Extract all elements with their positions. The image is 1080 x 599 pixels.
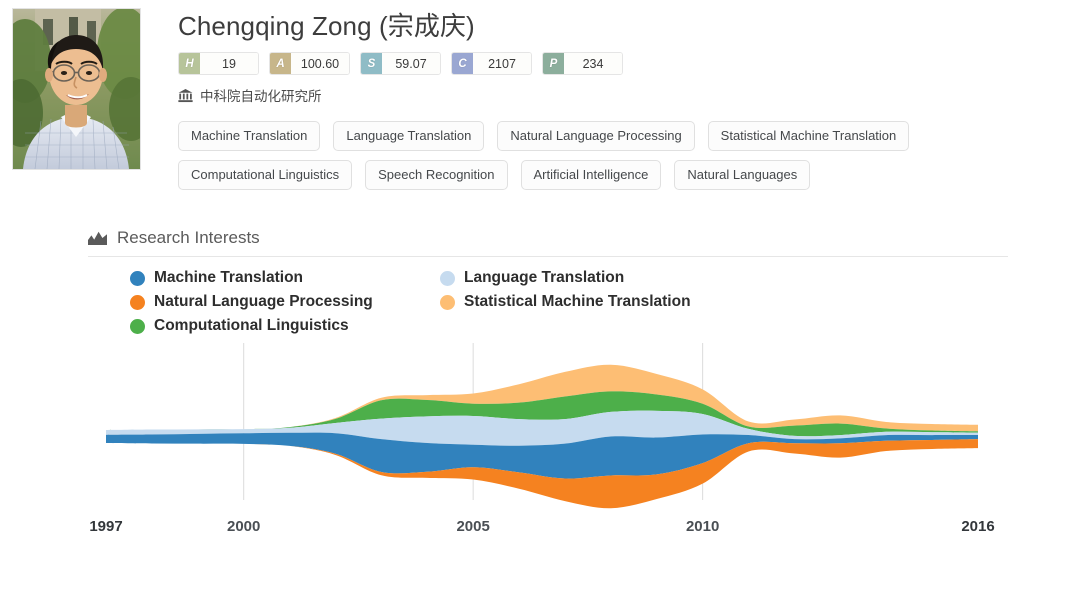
metric-sociability[interactable]: S 59.07 <box>360 52 441 75</box>
chart-series-layers <box>106 364 978 509</box>
metric-citations[interactable]: C 2107 <box>451 52 532 75</box>
metric-key: H <box>179 53 200 74</box>
metric-value: 100.60 <box>291 53 349 74</box>
streamgraph-svg <box>106 343 978 509</box>
metric-key: S <box>361 53 382 74</box>
metrics-row: H 19 A 100.60 S 59.07 C 2107 P 234 <box>178 52 1080 75</box>
legend-item-language-translation[interactable]: Language Translation <box>440 269 1008 287</box>
metric-activity[interactable]: A 100.60 <box>269 52 350 75</box>
legend-item-statistical-machine-translation[interactable]: Statistical Machine Translation <box>440 293 1008 311</box>
affiliation-text: 中科院自动化研究所 <box>200 89 322 104</box>
metric-publications[interactable]: P 234 <box>542 52 623 75</box>
legend-label: Statistical Machine Translation <box>464 293 691 310</box>
tag-machine-translation[interactable]: Machine Translation <box>178 121 321 151</box>
tag-natural-language-processing[interactable]: Natural Language Processing <box>497 121 695 151</box>
legend-label: Natural Language Processing <box>154 293 373 310</box>
area-chart-icon <box>88 231 107 245</box>
legend-label: Computational Linguistics <box>154 317 349 334</box>
profile-details: Chengqing Zong (宗成庆) H 19 A 100.60 S 59.… <box>141 8 1080 190</box>
legend-item-computational-linguistics[interactable]: Computational Linguistics <box>130 317 440 335</box>
section-title: Research Interests <box>117 228 260 247</box>
metric-value: 2107 <box>473 53 531 74</box>
metric-key: A <box>270 53 291 74</box>
x-axis-tick-label: 2005 <box>456 518 490 535</box>
legend-dot-icon <box>130 318 145 334</box>
legend-label: Machine Translation <box>154 269 304 286</box>
legend-item-machine-translation[interactable]: Machine Translation <box>130 269 440 287</box>
metric-key: C <box>452 53 473 74</box>
page-title: Chengqing Zong (宗成庆) <box>178 11 475 41</box>
metric-value: 59.07 <box>382 53 440 74</box>
research-interests-section: Research Interests Machine Translation L… <box>88 228 1008 544</box>
legend-label: Language Translation <box>464 269 625 286</box>
affiliation: 中科院自动化研究所 <box>178 85 1080 105</box>
x-axis-tick-label: 2010 <box>685 518 720 535</box>
metric-value: 234 <box>564 53 622 74</box>
section-header: Research Interests <box>88 228 1008 257</box>
legend-dot-icon <box>130 294 145 310</box>
x-axis-labels: 1997 2000 2005 2010 2016 <box>86 518 1006 544</box>
tag-natural-languages[interactable]: Natural Languages <box>674 160 811 190</box>
tag-statistical-machine-translation[interactable]: Statistical Machine Translation <box>707 121 910 151</box>
portrait-photo <box>13 9 140 169</box>
legend-dot-icon <box>130 270 145 286</box>
metric-h-index[interactable]: H 19 <box>178 52 259 75</box>
legend-dot-icon <box>440 270 455 286</box>
x-axis-tick-label: 2016 <box>961 518 995 535</box>
streamgraph-chart[interactable] <box>86 343 1006 518</box>
metric-value: 19 <box>200 53 258 74</box>
chart-legend: Machine Translation Language Translation… <box>130 269 1008 335</box>
profile-header: Chengqing Zong (宗成庆) H 19 A 100.60 S 59.… <box>0 0 1080 190</box>
metric-key: P <box>543 53 564 74</box>
keyword-tags: Machine Translation Language Translation… <box>178 121 1028 190</box>
tag-computational-linguistics[interactable]: Computational Linguistics <box>178 160 353 190</box>
x-axis-tick-label: 2000 <box>226 518 261 535</box>
tag-artificial-intelligence[interactable]: Artificial Intelligence <box>520 160 662 190</box>
bank-icon <box>178 88 193 102</box>
legend-item-natural-language-processing[interactable]: Natural Language Processing <box>130 293 440 311</box>
avatar[interactable] <box>12 8 141 170</box>
tag-language-translation[interactable]: Language Translation <box>333 121 485 151</box>
legend-dot-icon <box>440 294 455 310</box>
x-axis-tick-label: 1997 <box>89 518 123 535</box>
tag-speech-recognition[interactable]: Speech Recognition <box>365 160 508 190</box>
